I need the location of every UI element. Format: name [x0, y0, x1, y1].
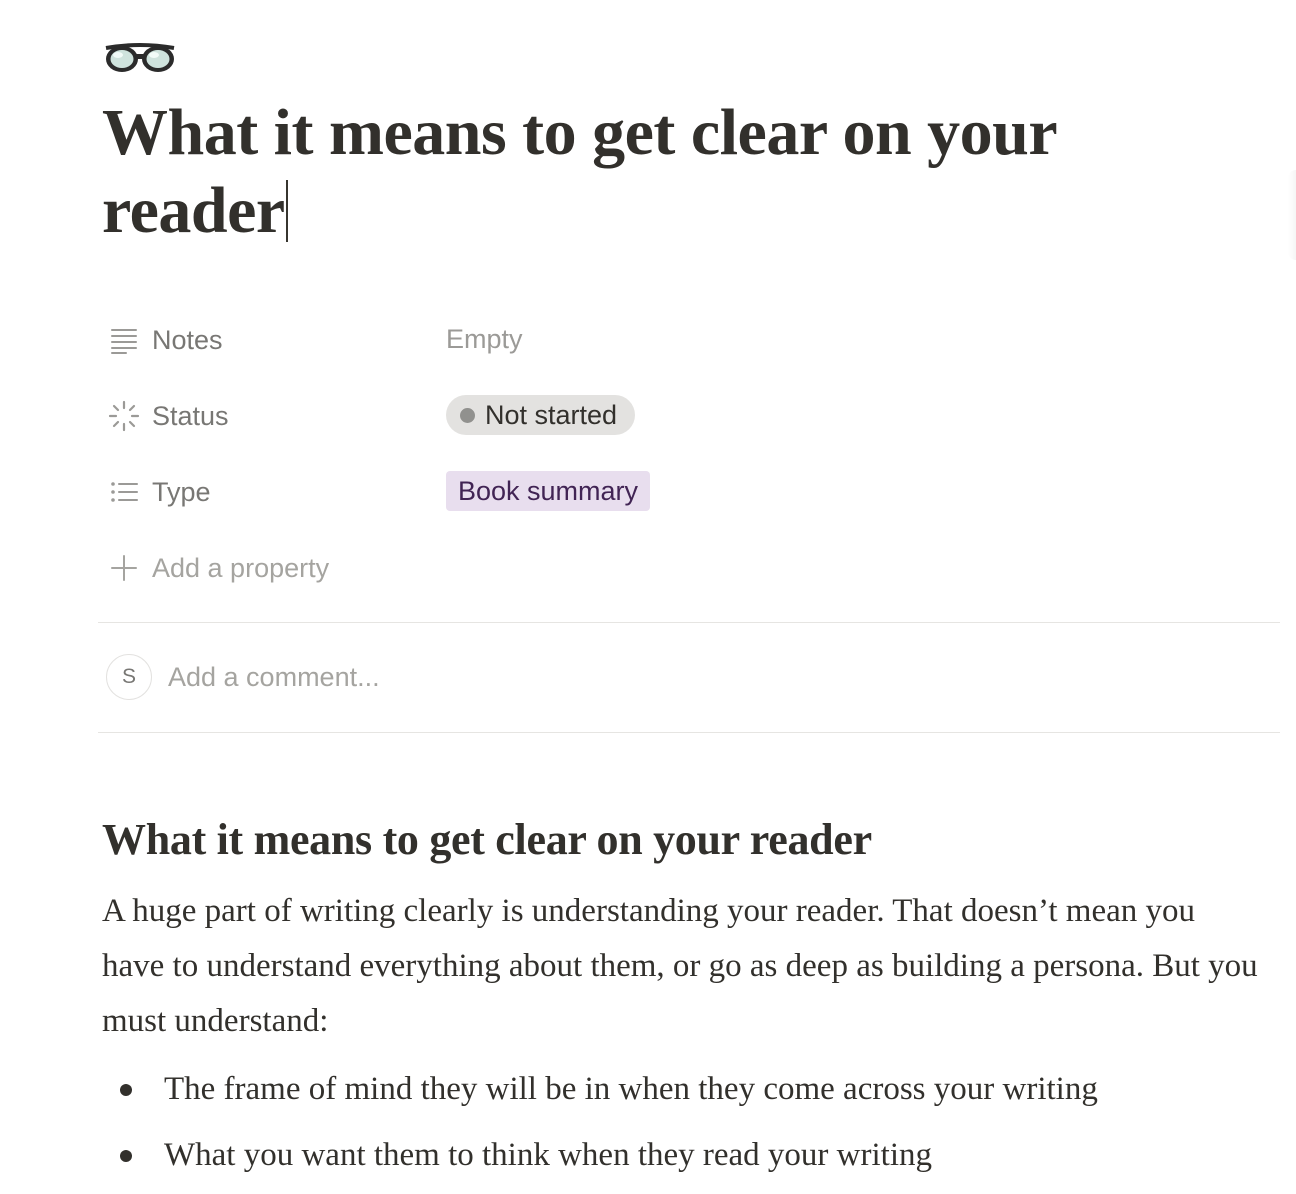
bullet-icon: [120, 1150, 132, 1162]
property-label: Type: [152, 476, 211, 507]
property-value-status[interactable]: Not started: [446, 395, 636, 435]
status-dot-icon: [460, 407, 475, 423]
property-name-notes[interactable]: Notes: [108, 322, 223, 358]
add-property-label: Add a property: [152, 552, 330, 583]
content-heading[interactable]: What it means to get clear on your reade…: [102, 812, 872, 868]
avatar[interactable]: S: [106, 654, 152, 700]
page-title[interactable]: What it means to get clear on your reade…: [102, 94, 1222, 250]
properties-panel: Notes Empty Status Not started Type Book…: [98, 302, 1280, 606]
page-title-text[interactable]: What it means to get clear on your reade…: [102, 96, 1056, 247]
content-paragraph[interactable]: A huge part of writing clearly is unders…: [102, 884, 1262, 1049]
property-row-notes[interactable]: Notes Empty: [98, 302, 1280, 378]
comment-bar[interactable]: S: [106, 654, 868, 700]
property-name-type[interactable]: Type: [108, 474, 211, 510]
property-value-notes[interactable]: Empty: [446, 319, 523, 359]
add-property-row[interactable]: Add a property: [98, 530, 1280, 606]
text-lines-icon: [108, 324, 140, 356]
property-label: Notes: [152, 324, 223, 355]
list-item-text[interactable]: The frame of mind they will be in when t…: [164, 1071, 1098, 1107]
divider: [98, 732, 1280, 733]
property-name-status[interactable]: Status: [108, 398, 229, 434]
status-spinner-icon: [108, 400, 140, 432]
status-badge[interactable]: Not started: [446, 395, 636, 435]
bulleted-list: The frame of mind they will be in when t…: [102, 1062, 1098, 1194]
bulleted-list-icon: [108, 476, 140, 508]
status-label: Not started: [485, 399, 618, 430]
add-property-button[interactable]: Add a property: [108, 550, 329, 586]
side-panel-edge: [1288, 170, 1296, 260]
plus-icon: [108, 552, 140, 584]
property-value-type[interactable]: Book summary: [446, 471, 651, 511]
property-row-status[interactable]: Status Not started: [98, 378, 1280, 454]
property-row-type[interactable]: Type Book summary: [98, 454, 1280, 530]
bullet-icon: [120, 1084, 132, 1096]
comment-input[interactable]: [168, 661, 868, 693]
type-tag[interactable]: Book summary: [446, 471, 651, 511]
list-item-text[interactable]: What you want them to think when they re…: [164, 1137, 932, 1173]
property-label: Status: [152, 400, 229, 431]
empty-value[interactable]: Empty: [446, 324, 523, 355]
divider: [98, 622, 1280, 623]
list-item[interactable]: What you want them to think when they re…: [102, 1128, 1098, 1194]
list-item[interactable]: The frame of mind they will be in when t…: [102, 1062, 1098, 1128]
text-caret: [285, 180, 288, 242]
eyeglasses-icon[interactable]: [102, 40, 178, 76]
